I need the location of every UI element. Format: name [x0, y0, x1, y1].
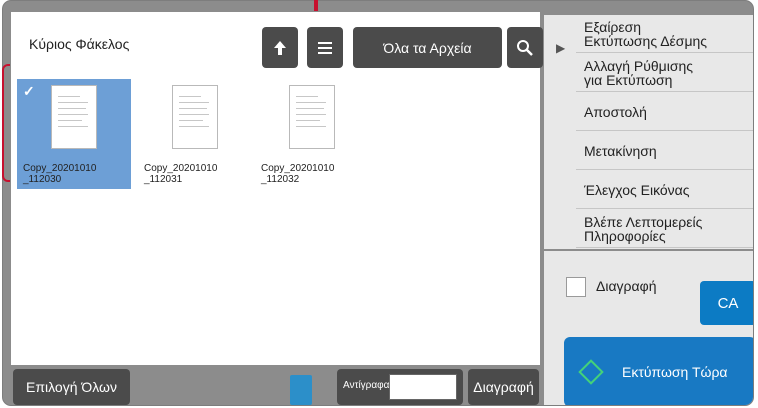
file-name: Copy_20201010 _112031 — [144, 163, 218, 185]
menu-item-detailed-info[interactable]: Βλέπε Λεπτομερείς Πληροφορίες — [576, 210, 753, 248]
document-thumbnail — [51, 85, 97, 149]
menu-item-move[interactable]: Μετακίνηση — [576, 132, 753, 170]
clear-all-button[interactable]: CA — [700, 281, 753, 325]
delete-after-print-checkbox[interactable] — [566, 277, 586, 297]
callout-bracket-left — [2, 64, 10, 182]
copies-input[interactable] — [389, 374, 457, 400]
up-arrow-icon — [274, 40, 286, 55]
print-now-label: Εκτύπωση Τώρα — [622, 364, 728, 380]
menu-item-check-image[interactable]: Έλεγχος Εικόνας — [576, 171, 753, 209]
checkmark-icon: ✓ — [23, 83, 35, 99]
file-name: Copy_20201010 _112032 — [261, 163, 335, 185]
delete-button[interactable]: Διαγραφή — [468, 369, 539, 405]
file-item[interactable]: Copy_20201010 _112031 — [138, 79, 252, 189]
file-item[interactable]: Copy_20201010 _112032 — [255, 79, 369, 189]
all-files-button[interactable]: Όλα τα Αρχεία — [353, 27, 502, 68]
file-item[interactable]: ✓ Copy_20201010 _112030 — [17, 79, 131, 189]
search-icon — [517, 39, 533, 56]
copies-label: Αντίγραφα — [343, 380, 390, 391]
copies-control: Αντίγραφα — [337, 369, 463, 405]
print-now-button[interactable]: Εκτύπωση Τώρα — [564, 337, 753, 405]
list-view-button[interactable] — [307, 27, 343, 68]
print-panel: Διαγραφή CA Εκτύπωση Τώρα — [544, 251, 753, 405]
menu-item-batch-print-exclusion[interactable]: Εξαίρεση Εκτύπωσης Δέσμης — [576, 15, 753, 53]
action-menu: ▶ Εξαίρεση Εκτύπωσης Δέσμης Αλλαγή Ρύθμισ… — [544, 15, 753, 249]
list-view-icon — [318, 41, 332, 54]
up-folder-button[interactable] — [262, 27, 298, 68]
delete-checkbox-label: Διαγραφή — [596, 278, 657, 294]
select-all-button[interactable]: Επιλογή Όλων — [13, 369, 130, 405]
document-thumbnail — [172, 85, 218, 149]
screen-frame: Κύριος Φάκελος Όλα τα Αρχεία ✓ Copy_2020… — [2, 0, 754, 406]
file-name: Copy_20201010 _112030 — [23, 163, 97, 185]
expand-arrow-icon[interactable]: ▶ — [556, 41, 565, 55]
callout-marker-top — [314, 0, 318, 11]
menu-item-send[interactable]: Αποστολή — [576, 93, 753, 131]
start-icon — [578, 359, 604, 385]
trash-bin-icon — [290, 375, 312, 405]
document-thumbnail — [289, 85, 335, 149]
file-list-panel: Κύριος Φάκελος Όλα τα Αρχεία ✓ Copy_2020… — [11, 12, 543, 365]
folder-title: Κύριος Φάκελος — [29, 36, 130, 52]
menu-item-change-print-setting[interactable]: Αλλαγή Ρύθμισης για Εκτύπωση — [576, 54, 753, 92]
search-button[interactable] — [507, 27, 543, 68]
